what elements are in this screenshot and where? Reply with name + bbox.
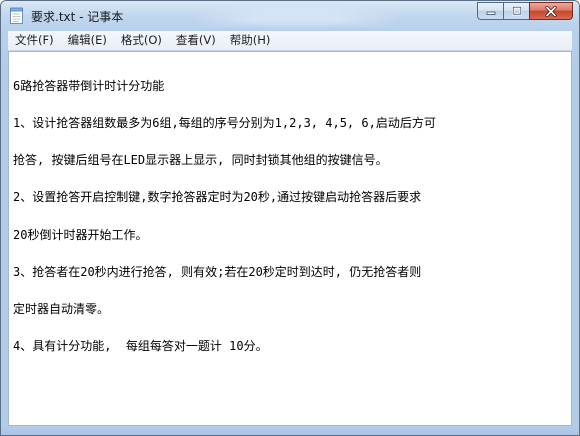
menu-view[interactable]: 查看(V)	[169, 31, 223, 50]
menu-file[interactable]: 文件(F)	[8, 31, 61, 50]
close-icon	[545, 5, 557, 17]
text-line: 20秒倒计时器开始工作。	[13, 227, 148, 242]
menu-format[interactable]: 格式(O)	[114, 31, 169, 50]
window-title: 要求.txt - 记事本	[31, 10, 124, 24]
text-line: 4、具有计分功能, 每组每答对一题计 10分。	[13, 339, 268, 354]
title-glass-highlight	[191, 7, 401, 25]
menu-edit[interactable]: 编辑(E)	[61, 31, 114, 50]
window-bottom-border	[1, 426, 579, 435]
notepad-icon	[10, 7, 23, 24]
minimize-icon	[486, 11, 495, 15]
menu-bar: 文件(F) 编辑(E) 格式(O) 查看(V) 帮助(H)	[8, 31, 572, 51]
text-line: 定时器自动清零。	[13, 302, 110, 317]
minimize-button[interactable]	[477, 2, 503, 20]
notepad-window: 要求.txt - 记事本 文件(F) 编辑(E) 格式(O) 查看(V) 帮助(…	[0, 0, 580, 436]
text-line: 抢答, 按键后组号在LED显示器上显示, 同时封锁其他组的按键信号。	[13, 153, 388, 168]
text-line: 6路抢答器带倒计时计分功能	[13, 78, 165, 93]
window-controls	[477, 2, 573, 21]
document-text: 6路抢答器带倒计时计分功能 1、设计抢答器组数最多为6组,每组的序号分别为1,2…	[13, 55, 567, 377]
close-button[interactable]	[529, 2, 573, 20]
text-line: 2、设置抢答开启控制键,数字抢答器定时为20秒,通过按键启动抢答器后要求	[13, 190, 422, 205]
menu-help[interactable]: 帮助(H)	[223, 31, 278, 50]
text-line: 3、抢答者在20秒内进行抢答, 则有效;若在20秒定时到达时, 仍无抢答者则	[13, 264, 422, 279]
text-editor-area[interactable]: 6路抢答器带倒计时计分功能 1、设计抢答器组数最多为6组,每组的序号分别为1,2…	[8, 51, 572, 426]
maximize-button[interactable]	[503, 2, 529, 20]
title-bar[interactable]: 要求.txt - 记事本	[1, 1, 579, 31]
text-line: 1、设计抢答器组数最多为6组,每组的序号分别为1,2,3, 4,5, 6,启动后…	[13, 116, 436, 131]
maximize-icon	[511, 6, 522, 16]
